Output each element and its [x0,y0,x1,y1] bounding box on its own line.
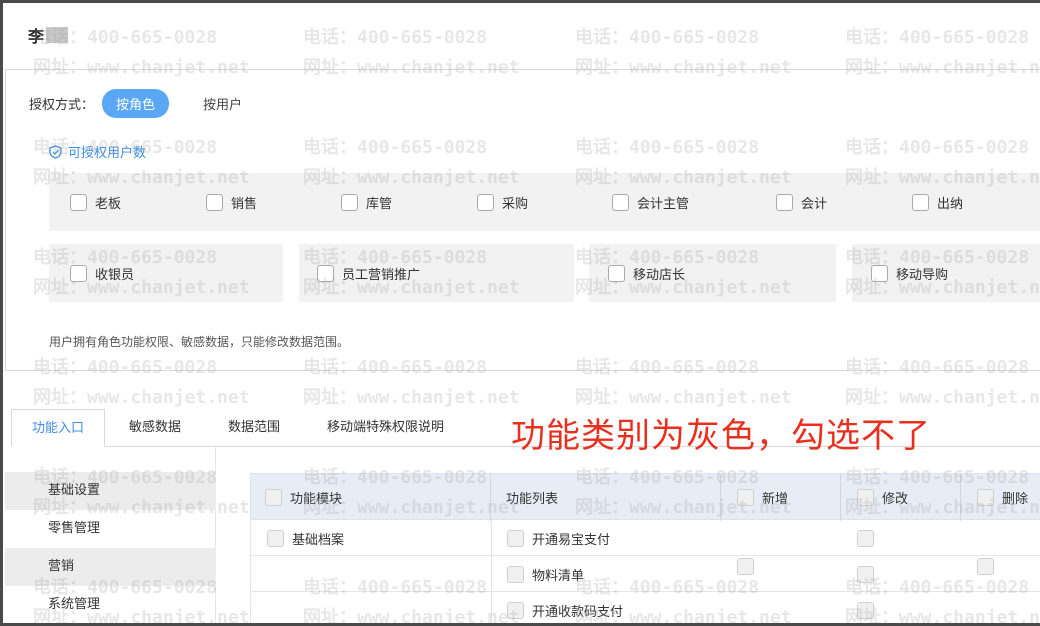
function-cell: 开通收款码支付 [507,592,623,623]
role-checkbox-cash-register[interactable]: 收银员 [70,264,134,283]
permission-note: 用户拥有角色功能权限、敏感数据，只能修改数据范围。 [49,335,350,349]
col-delete: 删除 [961,474,1040,521]
checkbox[interactable] [507,601,524,619]
function-cell: 开通易宝支付 [507,520,610,556]
tab-mobile-permissions[interactable]: 移动端特殊权限说明 [307,409,464,447]
sidebar-item-basic-settings[interactable]: 基础设置 [5,472,216,510]
role-checkbox-cashier[interactable]: 出纳 [912,193,963,212]
table-row: 物料清单 [250,556,1040,592]
checkbox[interactable] [317,265,334,282]
role-checkbox-chief-accountant[interactable]: 会计主管 [612,193,689,212]
sidebar-item-retail[interactable]: 零售管理 [5,510,216,548]
role-row-1 [49,173,1040,231]
checkbox[interactable] [612,194,629,211]
checkbox[interactable] [477,194,494,211]
tab-function-entry[interactable]: 功能入口 [11,409,106,447]
redacted-name [46,27,69,43]
col-add: 新增 [721,474,841,521]
watermark-site: 网址：www.chanjet.net [845,387,1040,408]
user-title: 李 [28,23,69,47]
role-checkbox-sales[interactable]: 销售 [206,193,257,212]
watermark-phone: 电话：400-665-0028 [845,27,1030,48]
divider [491,592,492,623]
user-name: 李 [28,27,45,46]
role-checkbox-mobile-guide[interactable]: 移动导购 [871,264,948,283]
checkbox[interactable] [507,529,524,547]
watermark-site: 网址：www.chanjet.net [303,387,520,408]
by-role-button[interactable]: 按角色 [102,89,170,118]
auth-method-row: 授权方式： 按角色 按用户 [29,89,256,118]
category-sidebar: 基础设置 零售管理 营销 系统管理 [5,447,216,623]
checkbox[interactable] [776,194,793,211]
watermark-site: 网址：www.chanjet.net [33,387,250,408]
role-checkbox-boss[interactable]: 老板 [70,193,121,212]
module-cell: 基础档案 [267,520,344,556]
authorizable-count-link[interactable]: 可授权用户数 [49,142,146,161]
add-cell [737,548,762,584]
divider [491,556,492,592]
checkbox[interactable] [857,601,874,619]
watermark-phone: 电话：400-665-0028 [575,27,760,48]
dialog-frame: 李 授权方式： 按角色 按用户 可授权用户数 老板 销售 库管 采购 会计主管 … [0,0,1040,626]
col-module: 功能模块 [251,474,491,521]
sidebar-item-system[interactable]: 系统管理 [5,586,216,623]
checkbox[interactable] [857,565,874,583]
checkbox[interactable] [341,194,358,211]
checkbox[interactable] [737,489,754,506]
checkbox[interactable] [507,565,524,583]
checkbox[interactable] [267,529,284,547]
red-annotation: 功能类别为灰色，勾选不了 [511,416,931,456]
role-checkbox-accountant[interactable]: 会计 [776,193,827,212]
checkbox[interactable] [265,489,282,506]
checkbox[interactable] [857,489,874,506]
permission-table: 功能模块 功能列表 新增 修改 删除 基础档案 开通易宝支付 物料清单 开通收款… [250,473,1040,623]
checkbox[interactable] [70,265,87,282]
role-checkbox-purchase[interactable]: 采购 [477,193,528,212]
auth-method-label: 授权方式： [29,98,95,113]
role-checkbox-mobile-manager[interactable]: 移动店长 [608,264,685,283]
table-row: 基础档案 开通易宝支付 [250,520,1040,556]
watermark-phone: 电话：400-665-0028 [303,27,488,48]
col-edit: 修改 [841,474,961,521]
checkbox[interactable] [206,194,223,211]
role-checkbox-warehouse[interactable]: 库管 [341,193,392,212]
authorizable-count-label: 可授权用户数 [68,146,147,161]
col-function-list: 功能列表 [491,474,721,521]
edit-cell [857,592,882,623]
shield-check-icon [49,144,62,159]
watermark-site: 网址：www.chanjet.net [575,387,792,408]
checkbox[interactable] [977,489,994,506]
checkbox[interactable] [977,557,994,575]
function-cell: 物料清单 [507,556,584,592]
checkbox[interactable] [912,194,929,211]
divider [491,520,492,556]
checkbox[interactable] [857,529,874,547]
tab-data-scope[interactable]: 数据范围 [208,409,300,447]
delete-cell [977,548,1002,584]
tab-sensitive-data[interactable]: 敏感数据 [109,409,201,447]
edit-cell [857,556,882,592]
checkbox[interactable] [608,265,625,282]
checkbox[interactable] [737,557,754,575]
edit-cell [857,520,882,556]
sidebar-item-marketing[interactable]: 营销 [5,548,216,586]
checkbox[interactable] [871,265,888,282]
table-header: 功能模块 功能列表 新增 修改 删除 [250,473,1040,521]
role-checkbox-employee-marketing[interactable]: 员工营销推广 [317,264,420,283]
checkbox[interactable] [70,194,87,211]
by-user-button[interactable]: 按用户 [189,89,256,118]
table-row: 开通收款码支付 [250,592,1040,623]
